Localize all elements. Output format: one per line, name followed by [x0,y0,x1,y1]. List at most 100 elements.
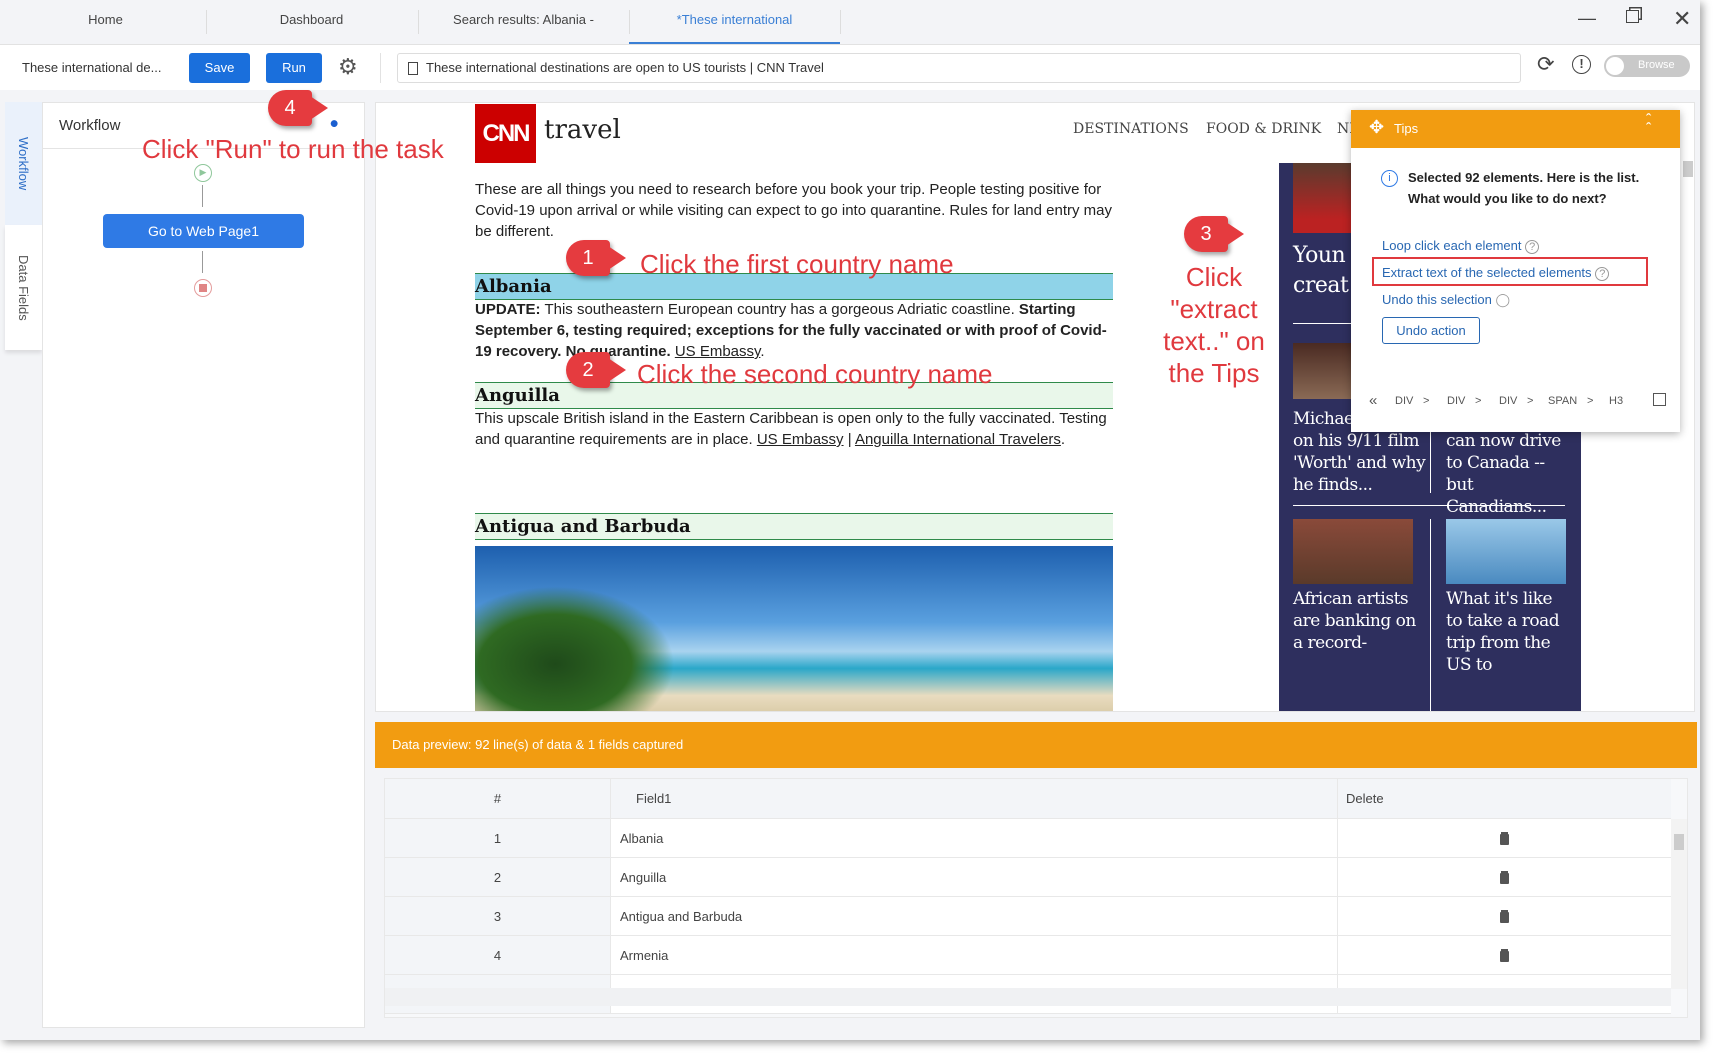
save-button[interactable]: Save [189,53,250,83]
breadcrumb-item[interactable]: DIV [1499,395,1517,407]
undo-action-button[interactable]: Undo action [1382,317,1480,344]
albania-paragraph: UPDATE: This southeastern European count… [475,301,1107,360]
trash-icon[interactable] [1500,912,1509,924]
browse-label: Browse [1638,59,1675,71]
story-headline[interactable]: What it's like to take a road trip from … [1446,588,1570,676]
chevron-right-icon: > [1587,395,1594,407]
minimize-icon[interactable]: — [1578,8,1596,29]
delete-cell [1337,897,1671,935]
breadcrumb-item[interactable]: SPAN [1548,395,1577,407]
field1-cell[interactable]: Albania [610,819,1337,857]
table-horizontal-scrollbar[interactable] [385,988,1671,1006]
tab-search-results[interactable]: Search results: Albania - [418,0,629,44]
tab-home[interactable]: Home [0,0,211,44]
divider [840,10,841,34]
tips-header[interactable]: ✥ Tips ˆˆ [1351,110,1680,148]
table-row[interactable]: 3 Antigua and Barbuda [385,897,1671,936]
intro-paragraph: These are all things you need to researc… [475,181,1113,240]
table-header: # Field1 Delete [385,779,1671,819]
help-icon[interactable]: ? [1595,267,1610,281]
option-label: Undo this selection [1382,292,1492,307]
side-tab-label: Workflow [16,136,31,191]
external-link-icon[interactable] [1653,393,1666,406]
restore-icon[interactable] [1626,10,1639,23]
story-headline[interactable]: African artists are banking on a record- [1293,588,1423,654]
url-text: These international destinations are ope… [426,60,824,75]
loop-click-option[interactable]: Loop click each element ? [1382,238,1540,254]
table-row[interactable]: 4 Armenia [385,936,1671,975]
url-field[interactable]: These international destinations are ope… [397,53,1521,83]
chevron-right-icon: > [1527,395,1534,407]
task-name[interactable]: These international de... [22,60,161,75]
collapse-icon[interactable]: ˆˆ [1646,113,1651,138]
divider [380,53,381,83]
story-image[interactable] [1293,519,1413,584]
country-name: Albania [475,276,552,297]
tips-message: Selected 92 elements. Here is the list. … [1408,170,1640,206]
run-button[interactable]: Run [266,53,322,83]
chevron-right-icon: > [1475,395,1482,407]
trash-icon[interactable] [1500,873,1509,885]
chevron-right-icon: > [1423,395,1430,407]
breadcrumb-item[interactable]: DIV [1395,395,1413,407]
nav-destinations[interactable]: DESTINATIONS [1073,121,1189,137]
close-icon[interactable]: ✕ [1673,6,1691,32]
tab-dashboard[interactable]: Dashboard [206,0,417,44]
arrow-connector [202,185,203,207]
scrollbar-thumb[interactable] [1683,161,1693,177]
side-tab-data-fields[interactable]: Data Fields [5,225,42,350]
undo-selection-option[interactable]: Undo this selection ◯ [1382,292,1510,308]
breadcrumb-back-icon[interactable]: « [1369,392,1377,409]
help-icon[interactable]: ? [1525,240,1540,254]
table-row[interactable]: 2 Anguilla [385,858,1671,897]
row-number: 2 [385,858,610,896]
scrollbar-thumb[interactable] [1674,834,1684,850]
breadcrumb-item[interactable]: DIV [1447,395,1465,407]
trash-icon[interactable] [1500,834,1509,846]
tips-panel: ✥ Tips ˆˆ i Selected 92 elements. Here i… [1351,110,1680,432]
browse-toggle[interactable]: Browse [1604,55,1690,77]
divider [1293,505,1565,506]
table-vertical-scrollbar[interactable] [1671,819,1687,989]
nav-food-drink[interactable]: FOOD & DRINK [1206,121,1321,137]
annotation-badge: 2 [566,352,626,388]
story-image[interactable] [1446,519,1566,584]
breadcrumb-item[interactable]: H3 [1609,395,1623,407]
move-icon[interactable]: ✥ [1369,117,1384,138]
workflow-node-go-to-web-page[interactable]: Go to Web Page1 [103,214,304,248]
annotation-text: Click the first country name [640,249,954,279]
anguilla-paragraph: This upscale British island in the Easte… [475,410,1107,448]
refresh-icon[interactable]: ⟳ [1537,52,1555,77]
divider [418,10,419,34]
row-number: 4 [385,936,610,974]
trash-icon[interactable] [1500,951,1509,963]
undo-icon: ◯ [1495,292,1511,307]
gear-icon[interactable]: ⚙ [338,54,358,80]
paragraph-text: This southeastern European country has a… [540,301,1019,318]
us-embassy-link[interactable]: US Embassy [675,343,761,360]
start-node-icon: ▶ [194,164,212,182]
page-icon [408,62,418,75]
column-header: Field1 [610,779,1337,818]
anguilla-travelers-link[interactable]: Anguilla International Travelers [855,431,1061,448]
table-row[interactable]: 1 Albania [385,819,1671,858]
end-node-icon [194,279,212,297]
cnn-logo[interactable]: CNN [475,104,536,163]
toggle-knob [1606,57,1624,75]
page-scrollbar[interactable] [1681,103,1694,711]
data-preview-table: # Field1 Delete 1 Albania 2 Anguilla 3 Antigu… [384,778,1688,1018]
info-icon[interactable]: ! [1572,55,1591,74]
country-heading-antigua[interactable]: Antigua and Barbuda [475,513,1113,540]
field1-cell[interactable]: Anguilla [610,858,1337,896]
us-embassy-link[interactable]: US Embassy [757,431,844,448]
story-image[interactable] [1293,163,1353,233]
update-label: UPDATE: [475,301,541,318]
tab-current-task[interactable]: *These international [629,0,840,44]
story-headline[interactable]: Youn creat [1293,241,1349,301]
side-tab-workflow[interactable]: Workflow [5,102,42,225]
data-preview-bar: Data preview: 92 line(s) of data & 1 fie… [375,722,1697,768]
field1-cell[interactable]: Antigua and Barbuda [610,897,1337,935]
field1-cell[interactable]: Armenia [610,936,1337,974]
extract-text-option[interactable]: Extract text of the selected elements ? [1382,265,1610,281]
tab-label: Search results: Albania - [453,12,594,27]
